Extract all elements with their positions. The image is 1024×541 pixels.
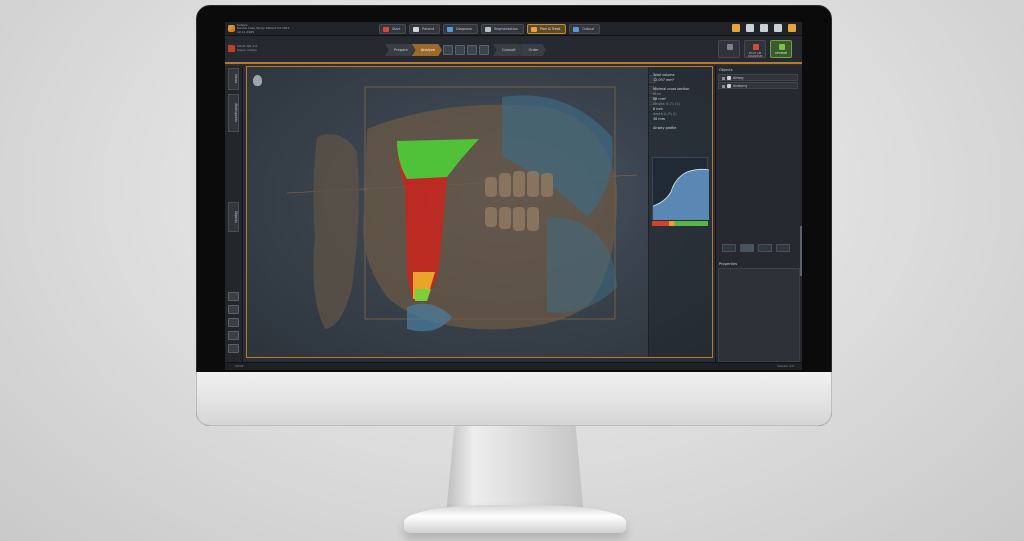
tab-label: Start (392, 27, 401, 31)
tab-label: Patient (422, 27, 435, 31)
status-right: Version 2.0 (777, 364, 794, 368)
window-controls (732, 24, 796, 32)
tab-label: Output (582, 27, 594, 31)
analysis-values: Total volume 12,097 mm³ Minimal cross se… (653, 73, 689, 131)
profile-fill (653, 158, 709, 220)
properties-title: Properties (719, 262, 738, 266)
orientation-head-icon[interactable] (253, 75, 262, 86)
optimize-button-label: OPTIMIZE (774, 52, 788, 55)
app-title: Sidexis Dental Case Study Patient 04 201… (237, 23, 307, 34)
step-consult[interactable]: Consult (492, 44, 523, 56)
vtab-workspaces[interactable]: Workspaces (228, 94, 239, 132)
layers-icon[interactable] (760, 24, 768, 32)
panel-scrollbar[interactable] (800, 226, 802, 276)
zoom-tool-icon[interactable] (228, 318, 239, 327)
object-tools (722, 244, 790, 252)
check-icon (779, 44, 785, 50)
3d-viewport[interactable]: Total volume 12,097 mm³ Minimal cross se… (246, 66, 713, 358)
case-icon (228, 45, 235, 52)
diagnose-icon (447, 27, 454, 32)
tab-output[interactable]: Output (569, 24, 600, 34)
vtab-objects[interactable]: Objects (228, 202, 239, 232)
move-tool-icon[interactable] (228, 292, 239, 301)
grid-icon (727, 44, 733, 50)
focus-icon[interactable] (758, 244, 772, 252)
view-icon[interactable] (740, 244, 754, 252)
grid-button[interactable] (718, 40, 740, 58)
monitor-stand-base (404, 505, 626, 533)
properties-box (718, 268, 800, 362)
diagnosis-button-label: SICAT AIR DIAGNOSIS (747, 52, 763, 58)
case-subtitle: Upper airway (237, 48, 258, 52)
case-info: SICAT AIR 2.0 Upper airway (237, 44, 257, 52)
profile-label: Airway profile (653, 126, 677, 130)
vtab-views[interactable]: Views (228, 68, 239, 90)
app-title-line: 22.11.1965 (237, 29, 255, 34)
pen-icon[interactable] (746, 24, 754, 32)
angle-tool-icon[interactable] (478, 45, 489, 55)
tab-plan-treat[interactable]: Plan & Treat (526, 24, 567, 34)
right-panel: Objects Airway Anatomy Properties (715, 66, 802, 364)
left-tools (228, 292, 239, 353)
airway-color-scale (652, 221, 708, 226)
monitor-chin (196, 372, 832, 426)
tab-segmentation[interactable]: Segmentation (480, 24, 524, 34)
object-list: Airway Anatomy (718, 74, 798, 90)
analysis-panel: Total volume 12,097 mm³ Minimal cross se… (648, 67, 712, 357)
tab-label: Diagnose (456, 27, 472, 31)
3d-render (286, 86, 638, 332)
help-icon[interactable] (788, 24, 796, 32)
objects-title: Objects (719, 68, 733, 72)
airway-tool-icon[interactable] (442, 45, 453, 55)
object-item-anatomy[interactable]: Anatomy (718, 82, 798, 89)
tab-label: Plan & Treat (539, 27, 561, 31)
nodes-tool-icon[interactable] (454, 45, 465, 55)
workflow-bar: SICAT AIR 2.0 Upper airway Prepare Analy… (225, 36, 802, 64)
patient-icon (413, 27, 420, 32)
workflow-steps: Prepare Analyze Consult Order (385, 43, 546, 57)
measure-tool-icon[interactable] (466, 45, 477, 55)
screen: Sidexis Dental Case Study Patient 04 201… (225, 22, 802, 370)
object-item-airway[interactable]: Airway (718, 74, 798, 81)
left-sidebar: Views Workspaces Objects (225, 66, 243, 366)
main-tabs: Start Patient Diagnose Segmentation Plan… (379, 24, 600, 34)
app-logo-icon (228, 25, 235, 32)
plus-icon (753, 44, 759, 50)
monitor-stand-neck (446, 426, 584, 516)
step-prepare[interactable]: Prepare (385, 44, 415, 56)
status-left: SICAT (235, 364, 244, 368)
tab-start[interactable]: Start (379, 24, 407, 34)
tab-patient[interactable]: Patient (409, 24, 441, 34)
hide-icon[interactable] (722, 244, 736, 252)
optimize-button[interactable]: OPTIMIZE (770, 40, 792, 58)
rotate-tool-icon[interactable] (228, 305, 239, 314)
analyze-tools (442, 45, 489, 55)
step-order[interactable]: Order (519, 44, 546, 56)
title-bar: Sidexis Dental Case Study Patient 04 201… (225, 22, 802, 36)
settings-icon[interactable] (732, 24, 740, 32)
output-icon (573, 27, 580, 32)
tab-diagnose[interactable]: Diagnose (443, 24, 478, 34)
screenshot-icon[interactable] (228, 344, 239, 353)
spine-volume (313, 134, 359, 329)
status-bar: SICAT Version 2.0 (225, 362, 802, 370)
airway-profile-chart (652, 157, 709, 220)
plan-treat-icon (530, 27, 537, 32)
diagnosis-button[interactable]: SICAT AIR DIAGNOSIS (744, 40, 766, 58)
workflow-actions: SICAT AIR DIAGNOSIS OPTIMIZE (718, 40, 792, 58)
step-analyze[interactable]: Analyze (411, 44, 442, 56)
start-icon (383, 27, 389, 32)
delete-icon[interactable] (776, 244, 790, 252)
reset-view-icon[interactable] (228, 331, 239, 340)
minimize-icon[interactable] (774, 24, 782, 32)
tab-label: Segmentation (493, 27, 518, 31)
segmentation-icon (484, 27, 491, 32)
